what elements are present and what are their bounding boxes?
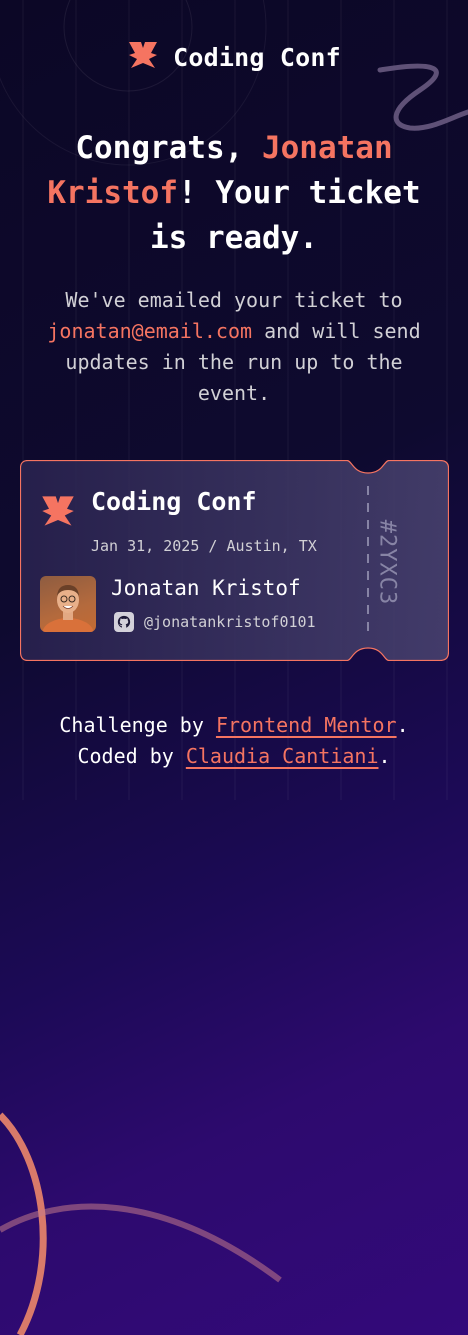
avatar (40, 576, 96, 632)
ticket-attendee-name: Jonatan Kristof (111, 576, 301, 600)
challenge-suffix: . (396, 713, 409, 737)
conference-ticket: Coding Conf Jan 31, 2025 / Austin, TX Jo… (20, 460, 449, 661)
author-link[interactable]: Claudia Cantiani (186, 744, 379, 768)
ticket-logo-icon (40, 493, 76, 533)
headline-prefix: Congrats, (75, 130, 262, 166)
coding-conf-logo-icon (127, 40, 159, 74)
site-header: Coding Conf (0, 40, 468, 74)
attribution: Challenge by Frontend Mentor. Coded by Cl… (20, 710, 448, 772)
site-brand-name: Coding Conf (173, 42, 341, 72)
coded-prefix: Coded by (77, 744, 186, 768)
ticket-date-location: Jan 31, 2025 / Austin, TX (91, 537, 317, 555)
page-title: Congrats, Jonatan Kristof! Your ticket i… (20, 126, 448, 261)
ticket-github-handle: @jonatankristof0101 (144, 613, 316, 631)
confirmation-message: We've emailed your ticket to jonatan@ema… (30, 285, 438, 409)
ticket-number: #2YXC3 (374, 519, 400, 606)
subtext-prefix: We've emailed your ticket to (65, 288, 403, 312)
email-address: jonatan@email.com (47, 319, 253, 343)
frontend-mentor-link[interactable]: Frontend Mentor (216, 713, 397, 737)
github-icon (114, 612, 134, 632)
ticket-brand-name: Coding Conf (91, 487, 257, 516)
coded-suffix: . (378, 744, 391, 768)
challenge-prefix: Challenge by (59, 713, 216, 737)
headline-suffix: ! Your ticket is ready. (150, 175, 421, 256)
